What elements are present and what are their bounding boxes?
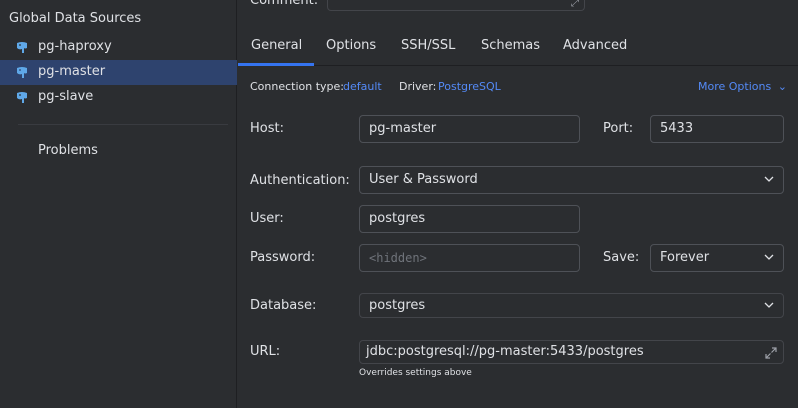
- connection-type-link[interactable]: default: [343, 80, 382, 93]
- postgresql-elephant-icon: [17, 92, 27, 103]
- settings-tabs: General Options SSH/SSL Schemas Advanced: [238, 32, 798, 66]
- comment-label: Comment:: [250, 0, 319, 8]
- sidebar-item-pg-master[interactable]: pg-master: [0, 60, 237, 85]
- user-label: User:: [250, 211, 284, 226]
- active-tab-indicator: [238, 63, 314, 66]
- tab-options[interactable]: Options: [326, 38, 376, 53]
- tab-schemas[interactable]: Schemas: [481, 38, 540, 53]
- url-label: URL:: [250, 344, 281, 359]
- chevron-down-icon: [764, 254, 774, 260]
- host-label: Host:: [250, 121, 284, 136]
- comment-field[interactable]: ⤢: [327, 0, 585, 11]
- tab-ssh-ssl[interactable]: SSH/SSL: [401, 38, 455, 53]
- database-label: Database:: [250, 298, 317, 313]
- postgresql-elephant-icon: [17, 42, 27, 53]
- connection-type-label: Connection type:: [250, 80, 345, 93]
- data-sources-sidebar: Global Data Sources pg-haproxy pg-master…: [0, 0, 237, 408]
- port-label: Port:: [603, 121, 634, 136]
- sidebar-item-label: pg-master: [38, 64, 106, 79]
- sidebar-divider: [18, 124, 228, 125]
- authentication-value: User & Password: [369, 172, 478, 187]
- save-value: Forever: [660, 250, 710, 265]
- url-value: jdbc:postgresql://pg-master:5433/postgre…: [366, 344, 644, 359]
- chevron-down-icon: [764, 176, 774, 182]
- chevron-down-icon: [764, 302, 774, 308]
- database-select[interactable]: postgres: [359, 293, 784, 318]
- postgresql-elephant-icon: [17, 67, 27, 78]
- port-input[interactable]: 5433: [650, 115, 784, 143]
- sidebar-item-pg-slave[interactable]: pg-slave: [0, 85, 237, 110]
- database-value: postgres: [369, 298, 426, 313]
- save-label: Save:: [603, 250, 640, 265]
- connection-settings-panel: Comment: ⤢ General Options SSH/SSL Schem…: [238, 0, 798, 408]
- sidebar-title: Global Data Sources: [9, 11, 142, 26]
- authentication-select[interactable]: User & Password: [359, 166, 784, 194]
- url-input[interactable]: jdbc:postgresql://pg-master:5433/postgre…: [359, 340, 784, 364]
- tab-general[interactable]: General: [251, 38, 302, 53]
- sidebar-item-problems[interactable]: Problems: [38, 143, 98, 158]
- chevron-down-icon: ⌄: [777, 80, 787, 93]
- driver-label: Driver:: [399, 80, 437, 93]
- sidebar-item-label: pg-slave: [38, 89, 94, 104]
- authentication-label: Authentication:: [250, 173, 350, 188]
- user-input[interactable]: postgres: [359, 205, 580, 233]
- url-hint: Overrides settings above: [359, 368, 472, 378]
- host-input[interactable]: pg-master: [359, 115, 580, 143]
- more-options-link[interactable]: More Options ⌄: [698, 80, 787, 93]
- driver-link[interactable]: PostgreSQL: [438, 80, 501, 93]
- more-options-label: More Options: [698, 80, 772, 93]
- password-label: Password:: [250, 250, 316, 265]
- sidebar-item-pg-haproxy[interactable]: pg-haproxy: [0, 35, 237, 60]
- save-select[interactable]: Forever: [650, 244, 784, 272]
- tab-advanced[interactable]: Advanced: [563, 38, 627, 53]
- sidebar-item-label: pg-haproxy: [38, 39, 112, 54]
- expand-icon[interactable]: ⤢: [571, 0, 579, 9]
- expand-icon[interactable]: [764, 346, 778, 360]
- password-input[interactable]: <hidden>: [359, 244, 580, 272]
